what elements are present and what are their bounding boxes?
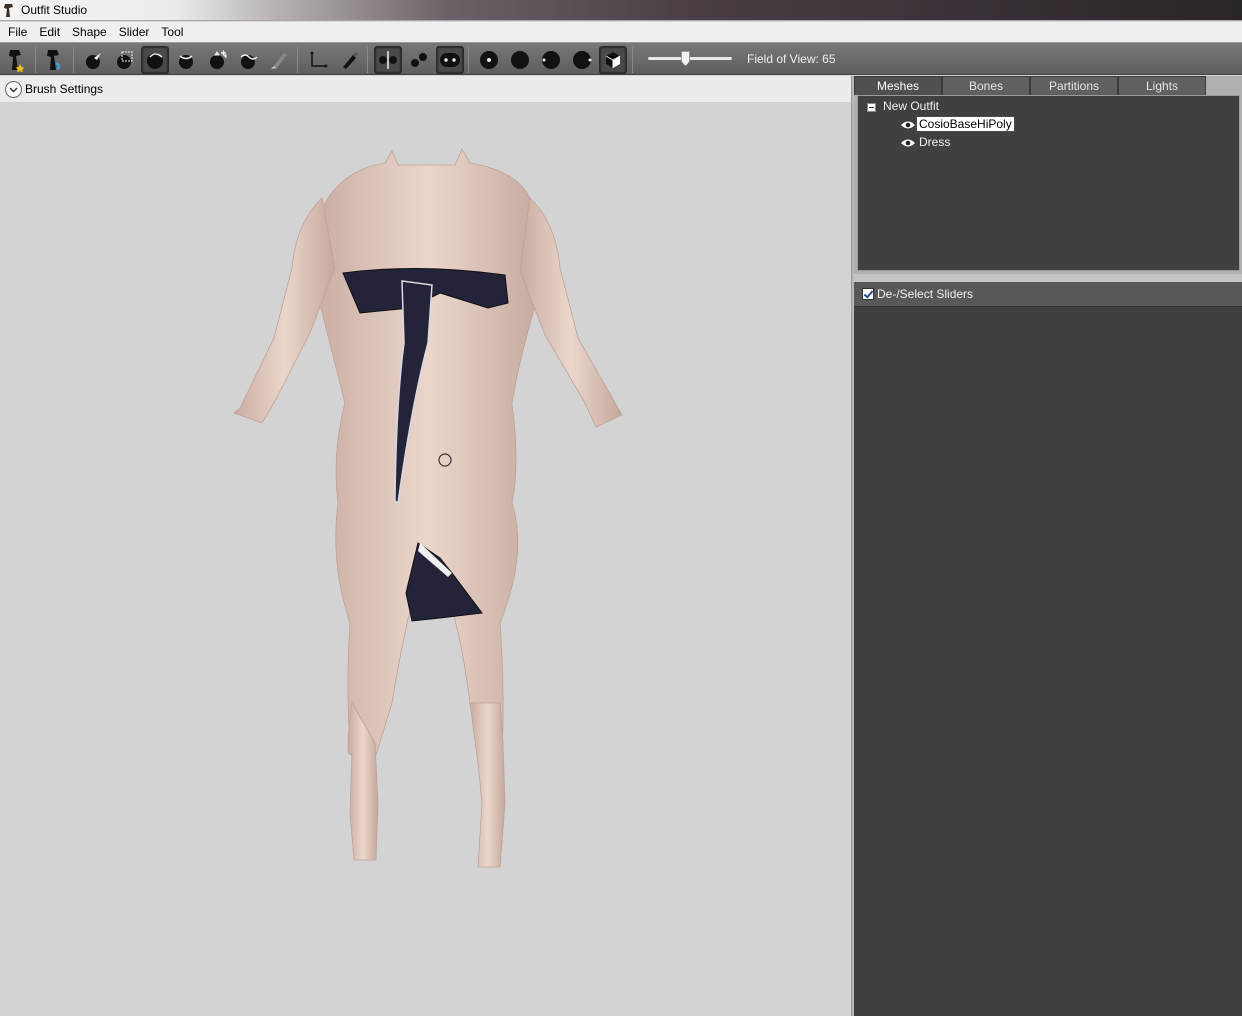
chevron-down-icon[interactable] xyxy=(5,81,22,98)
title-bar: Outfit Studio xyxy=(0,0,1242,21)
tree-root-new-outfit[interactable]: New Outfit xyxy=(883,99,939,113)
3d-viewport[interactable] xyxy=(0,103,851,1016)
toolbar: Field of View: 65 xyxy=(0,42,1242,75)
menu-slider[interactable]: Slider xyxy=(113,22,156,42)
outfit-model-render xyxy=(233,148,623,868)
mask-brush-button[interactable] xyxy=(110,46,138,74)
sliders-panel: De-/Select Sliders xyxy=(854,282,1242,1016)
tab-meshes[interactable]: Meshes xyxy=(854,76,942,95)
move-brush-icon xyxy=(210,50,227,69)
menu-tool[interactable]: Tool xyxy=(155,22,189,42)
global-brush-icon xyxy=(440,53,460,67)
x-mirror-button[interactable] xyxy=(374,46,402,74)
menu-shape[interactable]: Shape xyxy=(66,22,113,42)
brush-size-xlarge-icon xyxy=(573,51,592,69)
select-brush-icon xyxy=(86,53,101,69)
tab-bones[interactable]: Bones xyxy=(942,76,1030,95)
menu-file[interactable]: File xyxy=(2,22,33,42)
toolbar-separator xyxy=(35,47,36,73)
smooth-brush-button[interactable] xyxy=(234,46,262,74)
wireframe-toggle-icon xyxy=(605,52,621,68)
move-brush-button[interactable] xyxy=(203,46,231,74)
toolbar-separator xyxy=(632,47,633,73)
deflate-brush-button[interactable] xyxy=(172,46,200,74)
eye-icon[interactable] xyxy=(900,138,916,148)
select-brush-button[interactable] xyxy=(79,46,107,74)
tab-lights[interactable]: Lights xyxy=(1118,76,1206,95)
transform-icon xyxy=(310,51,328,68)
panel-divider[interactable] xyxy=(854,274,1242,282)
menu-edit[interactable]: Edit xyxy=(33,22,66,42)
deflate-brush-icon xyxy=(179,55,193,69)
window-title: Outfit Studio xyxy=(21,3,88,17)
field-of-view-slider-thumb[interactable] xyxy=(681,51,690,66)
mesh-tree: New Outfit CosioBaseHiPoly Dress xyxy=(857,95,1240,271)
x-mirror-icon xyxy=(379,51,397,69)
brush-size-medium-icon xyxy=(511,51,529,69)
tree-item-dress[interactable]: Dress xyxy=(919,135,950,149)
brush-size-large-icon xyxy=(542,51,560,69)
reference-button[interactable] xyxy=(41,46,69,74)
brush-size-small-button[interactable] xyxy=(475,46,503,74)
tab-partitions[interactable]: Partitions xyxy=(1030,76,1118,95)
toolbar-separator xyxy=(73,47,74,73)
brush-settings-bar[interactable]: Brush Settings xyxy=(0,76,853,103)
mesh-panel: Meshes Bones Partitions Lights New Outfi… xyxy=(854,76,1242,274)
app-icon xyxy=(4,4,13,17)
connected-only-icon xyxy=(411,53,427,67)
mask-brush-icon xyxy=(117,51,133,69)
transform-button[interactable] xyxy=(304,46,332,74)
reference-icon xyxy=(47,50,61,70)
brush-size-small-icon xyxy=(480,51,498,69)
smooth-brush-icon xyxy=(240,54,258,69)
pivot-icon xyxy=(343,52,358,69)
outfit-wizard-icon xyxy=(9,50,25,72)
field-of-view-slider-track[interactable] xyxy=(648,57,732,60)
toolbar-separator xyxy=(468,47,469,73)
select-sliders-checkbox[interactable] xyxy=(862,288,874,300)
sliders-header: De-/Select Sliders xyxy=(854,282,1242,307)
pivot-button[interactable] xyxy=(335,46,363,74)
select-sliders-label: De-/Select Sliders xyxy=(877,287,974,301)
tree-item-cosiobasehipoly[interactable]: CosioBaseHiPoly xyxy=(916,116,1015,132)
collapse-icon[interactable] xyxy=(867,103,876,112)
panel-tabs: Meshes Bones Partitions Lights xyxy=(854,76,1242,95)
global-brush-button[interactable] xyxy=(436,46,464,74)
inflate-brush-button[interactable] xyxy=(141,46,169,74)
brush-settings-label: Brush Settings xyxy=(25,82,104,96)
toolbar-separator xyxy=(297,47,298,73)
wireframe-toggle-button[interactable] xyxy=(599,46,627,74)
brush-size-xlarge-button[interactable] xyxy=(568,46,596,74)
inflate-brush-icon xyxy=(147,53,163,69)
weight-brush-button[interactable] xyxy=(265,46,293,74)
menu-bar: File Edit Shape Slider Tool xyxy=(0,22,1242,42)
weight-brush-icon xyxy=(271,53,287,69)
connected-only-button[interactable] xyxy=(405,46,433,74)
brush-size-large-button[interactable] xyxy=(537,46,565,74)
toolbar-separator xyxy=(367,47,368,73)
brush-size-medium-button[interactable] xyxy=(506,46,534,74)
field-of-view-label: Field of View: 65 xyxy=(747,52,836,66)
outfit-wizard-button[interactable] xyxy=(3,46,31,74)
eye-icon[interactable] xyxy=(900,120,916,130)
